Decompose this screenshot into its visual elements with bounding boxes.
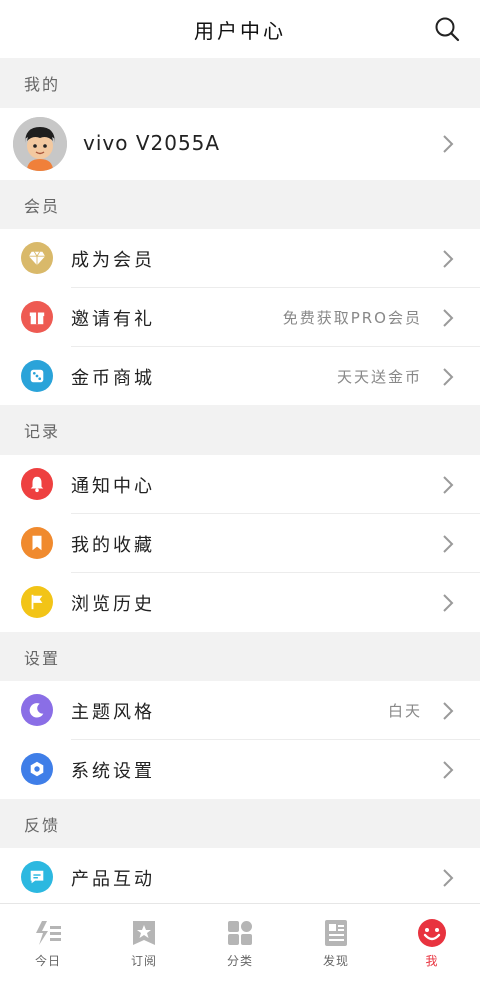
- chevron-right-icon: [443, 761, 454, 779]
- chevron-right-icon: [443, 250, 454, 268]
- profile-row[interactable]: vivo V2055A: [0, 108, 480, 180]
- list-item-system-settings[interactable]: 系统设置: [0, 740, 480, 799]
- list-item-label: 产品互动: [71, 868, 155, 890]
- section-label-record: 记录: [24, 422, 61, 441]
- tab-me[interactable]: 我: [384, 904, 480, 988]
- gift-icon: [21, 301, 53, 333]
- list-item-product-interaction[interactable]: 产品互动: [0, 848, 480, 907]
- profile-name: vivo V2055A: [83, 131, 221, 155]
- tab-subscribe[interactable]: 订阅: [96, 904, 192, 988]
- list-item-history[interactable]: 浏览历史: [0, 573, 480, 632]
- app-header: 用户中心: [0, 0, 480, 58]
- bottom-tab-bar: 今日 订阅 分类 发现 我: [0, 903, 480, 988]
- flag-icon: [21, 586, 53, 618]
- list-item-detail: 免费获取PRO会员: [282, 309, 422, 327]
- chevron-right-icon: [443, 535, 454, 553]
- chevron-right-icon: [443, 702, 454, 720]
- tab-label: 我: [425, 954, 439, 968]
- list-item-label: 成为会员: [71, 249, 155, 271]
- list-item-notifications[interactable]: 通知中心: [0, 455, 480, 514]
- today-icon: [36, 921, 61, 945]
- chevron-right-icon: [443, 869, 454, 887]
- list-item-coin-shop[interactable]: 金币商城 天天送金币: [0, 347, 480, 406]
- page-title: 用户中心: [194, 18, 286, 43]
- tab-label: 今日: [34, 954, 61, 968]
- chevron-right-icon: [443, 135, 454, 153]
- list-item-invite[interactable]: 邀请有礼 免费获取PRO会员: [0, 288, 480, 347]
- avatar-icon[interactable]: [13, 117, 67, 171]
- list-item-become-member[interactable]: 成为会员: [0, 229, 480, 288]
- tab-discover[interactable]: 发现: [288, 904, 384, 988]
- list-item-label: 系统设置: [71, 760, 155, 782]
- smiley-icon: [418, 919, 446, 947]
- hexagon-gear-icon: [21, 753, 53, 785]
- list-item-detail: 白天: [387, 702, 422, 720]
- section-label-member: 会员: [24, 197, 61, 216]
- list-item-label: 通知中心: [71, 475, 155, 497]
- bookmark-icon: [21, 527, 53, 559]
- message-icon: [21, 861, 53, 893]
- dice-icon: [21, 360, 53, 392]
- tab-label: 订阅: [130, 954, 157, 968]
- list-item-theme[interactable]: 主题风格 白天: [0, 681, 480, 740]
- tab-label: 分类: [226, 954, 253, 968]
- diamond-icon: [21, 242, 53, 274]
- tab-label: 发现: [322, 954, 349, 968]
- chevron-right-icon: [443, 594, 454, 612]
- section-header-record: 记录: [0, 405, 480, 455]
- list-item-label: 金币商城: [71, 367, 155, 389]
- star-bookmark-icon: [133, 921, 155, 945]
- grid-icon: [228, 921, 252, 945]
- section-label-feedback: 反馈: [24, 816, 61, 835]
- section-header-mine: 我的: [0, 58, 480, 108]
- list-item-label: 主题风格: [71, 701, 155, 723]
- chevron-right-icon: [443, 476, 454, 494]
- moon-icon: [21, 694, 53, 726]
- bell-icon: [21, 468, 53, 500]
- newspaper-icon: [325, 920, 347, 946]
- list-item-label: 邀请有礼: [71, 308, 155, 330]
- section-label-settings: 设置: [24, 649, 61, 668]
- tab-category[interactable]: 分类: [192, 904, 288, 988]
- section-header-member: 会员: [0, 180, 480, 230]
- list-item-label: 我的收藏: [71, 534, 155, 556]
- section-header-settings: 设置: [0, 632, 480, 682]
- tab-today[interactable]: 今日: [0, 904, 96, 988]
- section-label-mine: 我的: [24, 75, 61, 94]
- list-item-label: 浏览历史: [71, 593, 155, 615]
- section-header-feedback: 反馈: [0, 799, 480, 849]
- search-icon[interactable]: [434, 16, 460, 42]
- chevron-right-icon: [443, 368, 454, 386]
- chevron-right-icon: [443, 309, 454, 327]
- list-item-favorites[interactable]: 我的收藏: [0, 514, 480, 573]
- list-item-detail: 天天送金币: [336, 368, 422, 386]
